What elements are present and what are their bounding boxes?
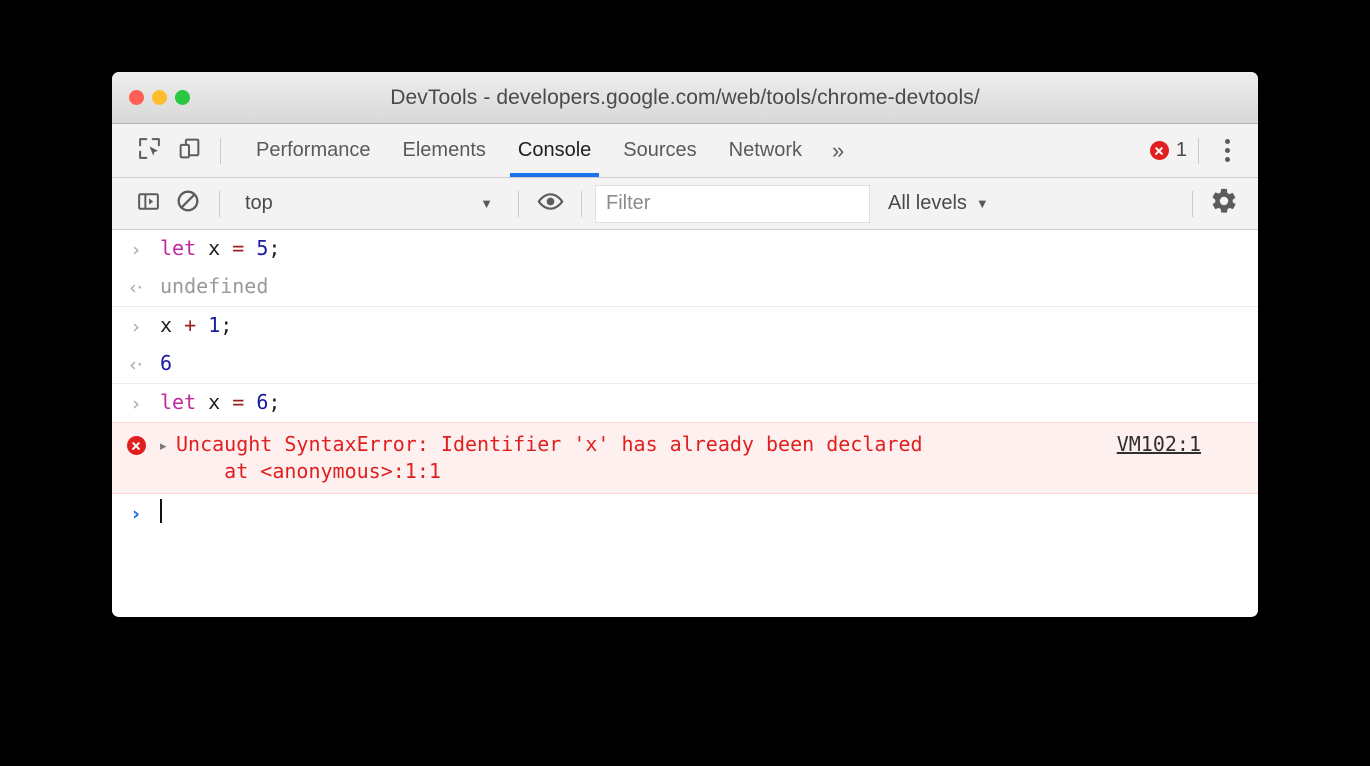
row-gutter: ›	[112, 312, 160, 340]
tab-label: Network	[728, 139, 802, 161]
output-marker-icon: ‹·	[129, 354, 143, 376]
window-title: DevTools - developers.google.com/web/too…	[390, 85, 980, 109]
expand-error-disclosure-icon[interactable]: ▸	[160, 431, 176, 454]
console-toolbar: top ▼ All levels ▼	[112, 178, 1258, 230]
window-titlebar: DevTools - developers.google.com/web/too…	[112, 72, 1258, 124]
console-sidebar-icon	[136, 189, 161, 219]
error-circle-icon	[126, 436, 146, 455]
row-gutter	[112, 431, 160, 455]
console-toolbar-divider-3	[581, 190, 582, 217]
clear-console-button[interactable]	[168, 185, 208, 223]
kebab-menu-icon[interactable]	[1210, 134, 1244, 168]
console-input-code: x + 1;	[160, 313, 233, 337]
error-message-line2: at <anonymous>:1:1	[176, 459, 441, 483]
console-output-value: undefined	[160, 274, 269, 298]
input-marker-icon: ›	[132, 316, 140, 338]
maximize-window-button[interactable]	[175, 90, 190, 105]
console-message-list[interactable]: › let x = 5; ‹· undefined › x + 1; ‹· 6 …	[112, 230, 1258, 616]
log-level-label: All levels	[888, 192, 967, 214]
error-source-link[interactable]: VM102:1	[1117, 431, 1258, 456]
more-tabs-chevron-icon[interactable]: »	[818, 138, 856, 164]
console-output-value: 6	[160, 351, 173, 375]
console-toolbar-divider-4	[1192, 190, 1193, 217]
traffic-lights	[129, 90, 190, 105]
console-input-code: let x = 6;	[160, 390, 281, 414]
row-gutter: ›	[112, 499, 160, 527]
text-cursor	[160, 499, 162, 523]
error-count-label: 1	[1175, 139, 1187, 161]
input-marker-icon: ›	[132, 393, 140, 415]
row-gutter: ›	[112, 235, 160, 263]
tabbar-right-divider	[1198, 137, 1199, 164]
devtools-window: DevTools - developers.google.com/web/too…	[112, 72, 1258, 617]
console-input-code: let x = 5;	[160, 236, 281, 260]
execution-context-label: top	[245, 192, 273, 214]
console-output-row[interactable]: ‹· undefined	[112, 268, 1258, 307]
console-input-row[interactable]: › x + 1;	[112, 307, 1258, 345]
execution-context-select[interactable]: top ▼	[235, 187, 507, 221]
tab-sources[interactable]: Sources	[607, 124, 712, 177]
tab-label: Console	[517, 139, 592, 161]
console-input-row[interactable]: › let x = 5;	[112, 230, 1258, 268]
console-error-row[interactable]: ▸ Uncaught SyntaxError: Identifier 'x' h…	[112, 422, 1258, 494]
row-gutter: ›	[112, 389, 160, 417]
console-toolbar-divider-2	[518, 190, 519, 217]
tab-elements[interactable]: Elements	[387, 124, 502, 177]
tab-label: Elements	[402, 139, 486, 161]
tabbar-right-group: 1	[1149, 124, 1258, 177]
tab-performance[interactable]: Performance	[240, 124, 387, 177]
devtools-tabbar: Performance Elements Console Sources Net…	[112, 124, 1258, 178]
close-window-button[interactable]	[129, 90, 144, 105]
error-message-line1: Uncaught SyntaxError: Identifier 'x' has…	[176, 432, 923, 456]
chevron-down-icon: ▼	[480, 196, 493, 211]
filter-input[interactable]	[606, 192, 859, 215]
clear-console-icon	[175, 188, 201, 219]
row-gutter: ‹·	[112, 273, 160, 301]
output-marker-icon: ‹·	[129, 277, 143, 299]
tab-label: Sources	[623, 139, 697, 161]
console-prompt-row[interactable]: ›	[112, 494, 1258, 532]
live-expression-eye-icon	[537, 188, 564, 220]
console-prompt-input[interactable]	[160, 499, 162, 525]
settings-button[interactable]	[1204, 185, 1244, 223]
input-marker-icon: ›	[132, 239, 140, 261]
tab-console[interactable]: Console	[502, 124, 607, 177]
inspect-element-button[interactable]	[129, 132, 169, 170]
console-error-text: Uncaught SyntaxError: Identifier 'x' has…	[176, 431, 1117, 485]
panel-tabs: Performance Elements Console Sources Net…	[240, 124, 856, 177]
filter-input-wrapper[interactable]	[595, 184, 870, 223]
error-count-badge[interactable]: 1	[1149, 139, 1187, 162]
chevron-down-icon: ▼	[975, 196, 989, 211]
row-gutter: ‹·	[112, 350, 160, 378]
device-toolbar-icon	[177, 136, 202, 166]
toggle-device-toolbar-button[interactable]	[169, 132, 209, 170]
settings-gear-icon	[1210, 187, 1238, 220]
inspect-element-icon	[137, 136, 162, 166]
minimize-window-button[interactable]	[152, 90, 167, 105]
tab-label: Performance	[256, 139, 371, 161]
console-sidebar-button[interactable]	[128, 185, 168, 223]
error-circle-icon	[1149, 141, 1169, 160]
tabbar-divider	[220, 137, 221, 164]
tab-network[interactable]: Network	[713, 124, 818, 177]
console-toolbar-right-group	[1181, 185, 1258, 223]
console-output-row[interactable]: ‹· 6	[112, 345, 1258, 384]
console-toolbar-divider-1	[219, 190, 220, 217]
live-expression-button[interactable]	[530, 185, 570, 223]
log-level-select[interactable]: All levels ▼	[888, 192, 989, 215]
console-input-row[interactable]: › let x = 6;	[112, 384, 1258, 422]
prompt-marker-icon: ›	[132, 503, 140, 525]
